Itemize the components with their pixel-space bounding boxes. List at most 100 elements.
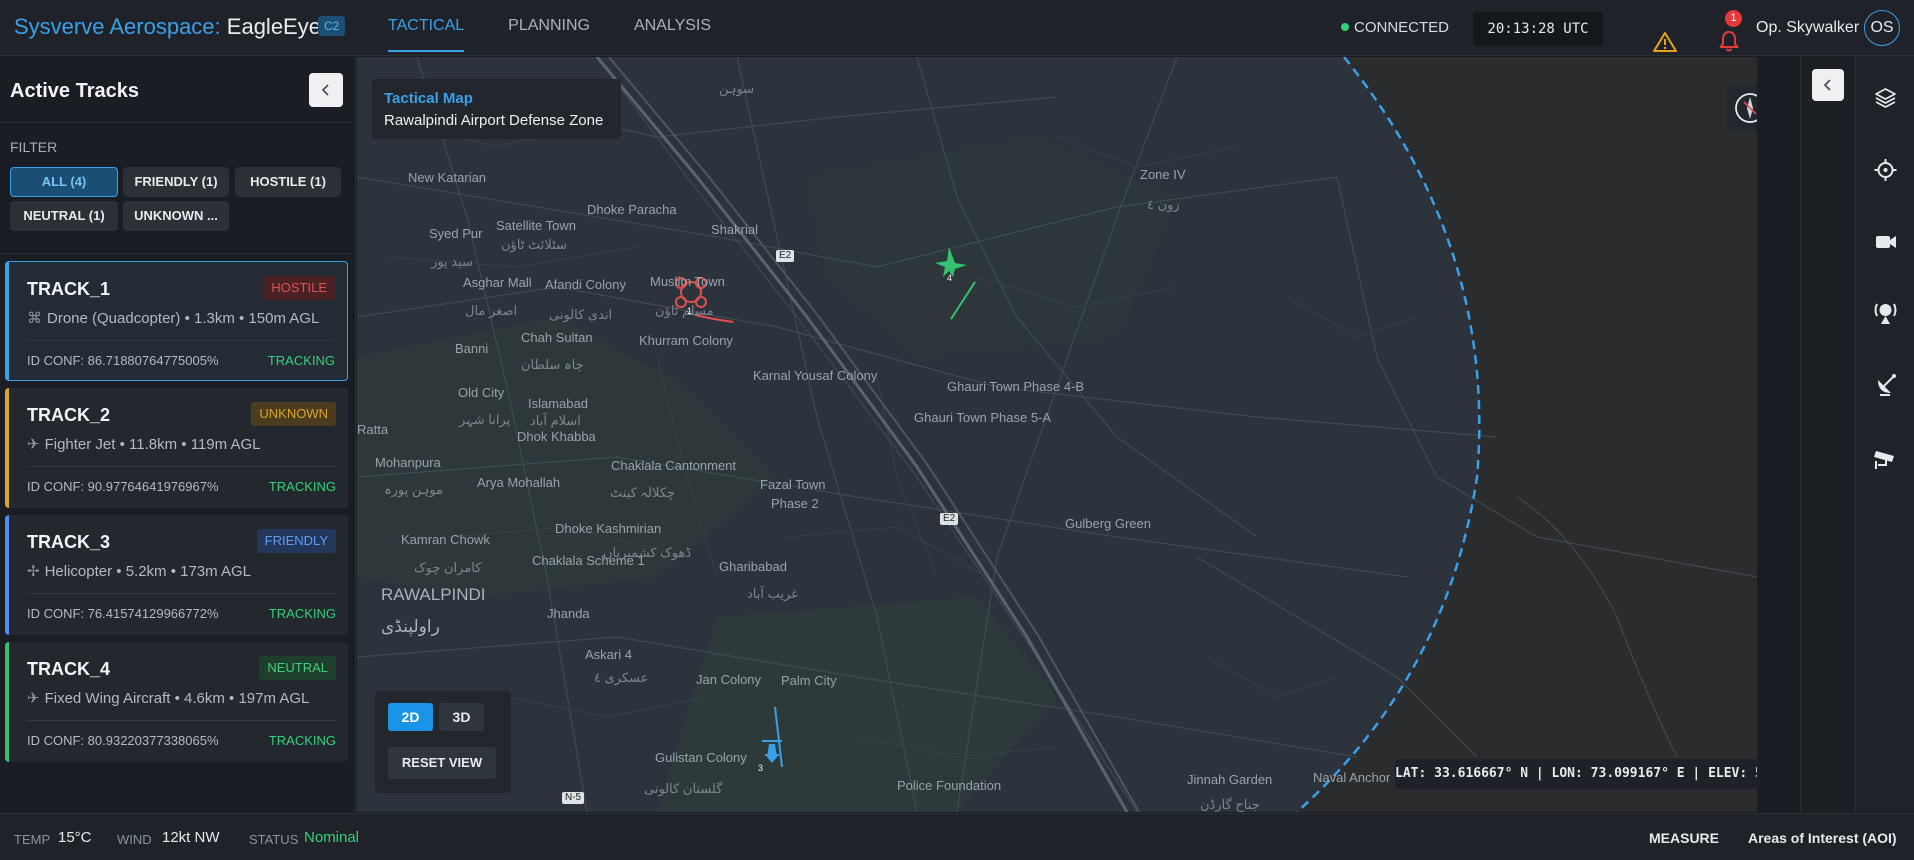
status-badge: NEUTRAL	[259, 656, 336, 680]
map-label: Jinnah Garden	[1187, 772, 1273, 787]
collapse-sidebar-button[interactable]	[309, 73, 343, 107]
layers-icon	[1875, 88, 1896, 108]
map-label: Muslim Town	[650, 274, 725, 289]
warning-icon[interactable]	[1652, 31, 1678, 53]
filter-hostile-button[interactable]: HOSTILE (1)	[235, 167, 341, 197]
satellite-dish-icon	[1878, 374, 1896, 396]
track-name: TRACK_1	[27, 279, 111, 299]
track-card-1[interactable]: TRACK_1 HOSTILE ⌘ Drone (Quadcopter) • 1.…	[5, 261, 348, 381]
map-label-local: اصغر مال	[465, 303, 518, 318]
filter-unknown-button[interactable]: UNKNOWN ...	[123, 201, 229, 231]
track-number: 3	[758, 763, 764, 773]
map-label: Karnal Yousaf Colony	[753, 368, 878, 383]
track-id-conf: ID CONF: 90.97764641976967%	[27, 479, 219, 494]
view-controls: 2D 3D RESET VIEW	[375, 691, 511, 793]
map-label-local: پرانا شہر	[459, 412, 511, 427]
map-title: Tactical Map	[384, 90, 473, 107]
track-number: 1	[687, 306, 693, 316]
map-label-local: اسلام آباد	[530, 413, 581, 428]
map-label-local: ڈھوک کشمیریاں	[603, 545, 692, 560]
coordinate-readout: LAT: 33.616667° N | LON: 73.099167° E | …	[1395, 759, 1757, 789]
track-name: TRACK_3	[27, 532, 111, 552]
track-name: TRACK_4	[27, 659, 111, 679]
compass-button[interactable]	[1727, 85, 1757, 131]
divider	[0, 122, 356, 123]
map-label: Khurram Colony	[639, 333, 733, 348]
map-label: Afandi Colony	[545, 277, 626, 292]
tab-analysis[interactable]: ANALYSIS	[634, 0, 711, 52]
track-number: 4	[947, 273, 953, 283]
target-button[interactable]	[1856, 145, 1914, 195]
map-label-local: زون ٤	[1147, 197, 1180, 212]
crosshair-icon	[1874, 159, 1897, 181]
road-sign: E2	[940, 513, 959, 525]
divider	[27, 466, 336, 467]
filter-all-button[interactable]: ALL (4)	[10, 167, 118, 197]
bell-icon[interactable]	[1718, 29, 1740, 53]
map-label-local: گلستان کالونی	[644, 781, 723, 796]
map-label: Ratta	[357, 422, 389, 437]
map-label-local: مسلم ٹاؤن	[655, 303, 714, 318]
map-label: Askari 4	[585, 647, 632, 662]
user-name[interactable]: Op. Skywalker	[1756, 19, 1859, 37]
notification-count-badge: 1	[1725, 10, 1742, 27]
track-status: TRACKING	[268, 733, 336, 748]
c2-badge: C2	[318, 16, 346, 36]
tab-tactical[interactable]: TACTICAL	[388, 0, 465, 52]
right-panel	[1800, 57, 1855, 812]
track-card-3[interactable]: TRACK_3 FRIENDLY ✢ Helicopter • 5.2km • 1…	[5, 515, 348, 635]
reset-view-button[interactable]: RESET VIEW	[388, 747, 496, 779]
map-label: Jan Colony	[696, 672, 762, 687]
divider	[27, 720, 336, 721]
map-label: Arya Mohallah	[477, 475, 561, 490]
camera-button[interactable]	[1856, 217, 1914, 267]
track-id-conf: ID CONF: 76.41574129966772%	[27, 606, 219, 621]
radar-button[interactable]	[1856, 288, 1914, 338]
view-3d-button[interactable]: 3D	[439, 703, 484, 731]
map-label: Shakrial	[711, 222, 758, 237]
map-label: Mohanpura	[375, 455, 441, 470]
avatar[interactable]: OS	[1864, 10, 1900, 46]
tab-planning[interactable]: PLANNING	[508, 0, 590, 52]
map-label-local: سید پور	[431, 254, 473, 269]
camera-icon	[1876, 236, 1896, 248]
filter-friendly-button[interactable]: FRIENDLY (1)	[123, 167, 229, 197]
map-label: Zone IV	[1140, 167, 1186, 182]
filter-neutral-button[interactable]: NEUTRAL (1)	[10, 201, 118, 231]
expand-right-panel-button[interactable]	[1812, 69, 1844, 101]
satellite-button[interactable]	[1856, 360, 1914, 410]
map-label-local: راولپنڈی	[381, 617, 440, 636]
map-label-local: اندی کالونی	[549, 307, 613, 322]
aoi-button[interactable]: Areas of Interest (AOI)	[1748, 830, 1897, 846]
map-label: Palm City	[781, 673, 837, 688]
cctv-button[interactable]	[1856, 431, 1914, 481]
map-label: Naval Anchor	[1313, 770, 1391, 785]
temp-label: TEMP	[14, 832, 51, 847]
map-label: Kamran Chowk	[401, 532, 490, 547]
map-label: Asghar Mall	[463, 275, 532, 290]
track-status: TRACKING	[268, 479, 336, 494]
divider	[27, 340, 335, 341]
track-card-4[interactable]: TRACK_4 NEUTRAL ✈ Fixed Wing Aircraft • 4…	[5, 642, 348, 762]
measure-button[interactable]: MEASURE	[1649, 830, 1719, 846]
view-2d-button[interactable]: 2D	[388, 703, 433, 731]
track-name: TRACK_2	[27, 405, 111, 425]
tactical-map[interactable]: New Katarian Satellite Town Dhoke Parach…	[357, 57, 1757, 812]
track-description: ✈ Fighter Jet • 11.8km • 119m AGL	[27, 435, 260, 453]
track-description: ⌘ Drone (Quadcopter) • 1.3km • 150m AGL	[27, 309, 319, 327]
map-label-local: کامران چوک	[414, 560, 482, 575]
map-label-local: چاہ سلطان	[521, 357, 584, 372]
map-label: Chah Sultan	[521, 330, 593, 345]
track-description: ✢ Helicopter • 5.2km • 173m AGL	[27, 562, 251, 580]
map-label: Gharibabad	[719, 559, 787, 574]
map-label: Police Foundation	[897, 778, 1002, 793]
fixed-wing-icon: ✈	[27, 690, 40, 707]
brand-company: Sysverve Aerospace:	[14, 14, 227, 39]
track-card-2[interactable]: TRACK_2 UNKNOWN ✈ Fighter Jet • 11.8km • …	[5, 388, 348, 508]
tracks-sidebar: Active Tracks FILTER ALL (4) FRIENDLY (1…	[0, 57, 356, 812]
map-label: Banni	[455, 341, 489, 356]
map-label: Dhoke Paracha	[587, 202, 677, 217]
brand-product: EagleEye	[226, 14, 321, 39]
jet-icon: ✈	[27, 436, 40, 453]
layers-button[interactable]	[1856, 73, 1914, 123]
